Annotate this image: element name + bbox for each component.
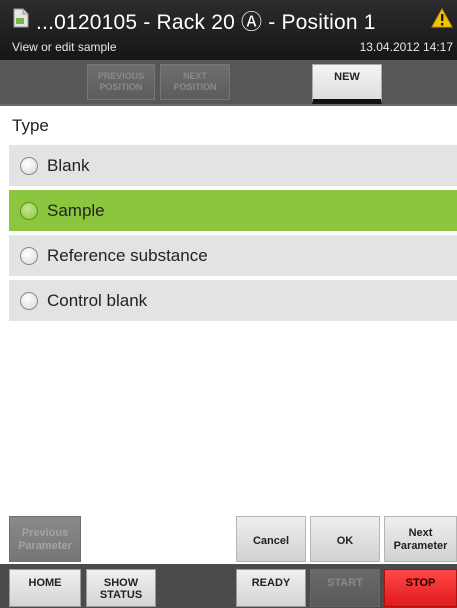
radio-button-icon[interactable] <box>20 157 38 175</box>
type-heading: Type <box>12 116 49 135</box>
option-label: Control blank <box>47 291 148 310</box>
previous-parameter-button[interactable]: Previous Parameter <box>9 516 81 562</box>
window-title: ...0120105 - Rack 20 Ⓐ - Position 1 <box>36 11 376 34</box>
radio-button-icon[interactable] <box>20 292 38 310</box>
warning-icon[interactable] <box>431 8 453 28</box>
type-option-control-blank[interactable]: Control blank <box>9 280 457 321</box>
previous-position-button[interactable]: PREVIOUS POSITION <box>87 64 155 100</box>
next-position-button[interactable]: NEXT POSITION <box>160 64 230 100</box>
stop-button[interactable]: STOP <box>384 569 457 607</box>
type-option-reference-substance[interactable]: Reference substance <box>9 235 457 276</box>
option-label: Sample <box>47 201 105 220</box>
screen-subtitle: View or edit sample <box>12 40 117 54</box>
toolbar: PREVIOUS POSITION NEXT POSITION NEW <box>0 60 457 106</box>
next-parameter-button[interactable]: Next Parameter <box>384 516 457 562</box>
title-bar: ...0120105 - Rack 20 Ⓐ - Position 1 View… <box>0 0 457 60</box>
status-bar: HOME SHOW STATUS READY START STOP <box>0 564 457 608</box>
radio-button-icon[interactable] <box>20 202 38 220</box>
cancel-button[interactable]: Cancel <box>236 516 306 562</box>
option-label: Blank <box>47 156 90 175</box>
document-icon <box>13 8 29 28</box>
option-label: Reference substance <box>47 246 208 265</box>
start-button[interactable]: START <box>310 569 380 607</box>
new-button[interactable]: NEW <box>312 64 382 104</box>
parameter-action-bar: Previous Parameter Cancel OK Next Parame… <box>0 516 457 562</box>
home-button[interactable]: HOME <box>9 569 81 607</box>
radio-button-icon[interactable] <box>20 247 38 265</box>
show-status-button[interactable]: SHOW STATUS <box>86 569 156 607</box>
type-option-sample[interactable]: Sample <box>9 190 457 231</box>
type-option-blank[interactable]: Blank <box>9 145 457 186</box>
ready-button[interactable]: READY <box>236 569 306 607</box>
ok-button[interactable]: OK <box>310 516 380 562</box>
date-time: 13.04.2012 14:17 <box>359 40 453 54</box>
